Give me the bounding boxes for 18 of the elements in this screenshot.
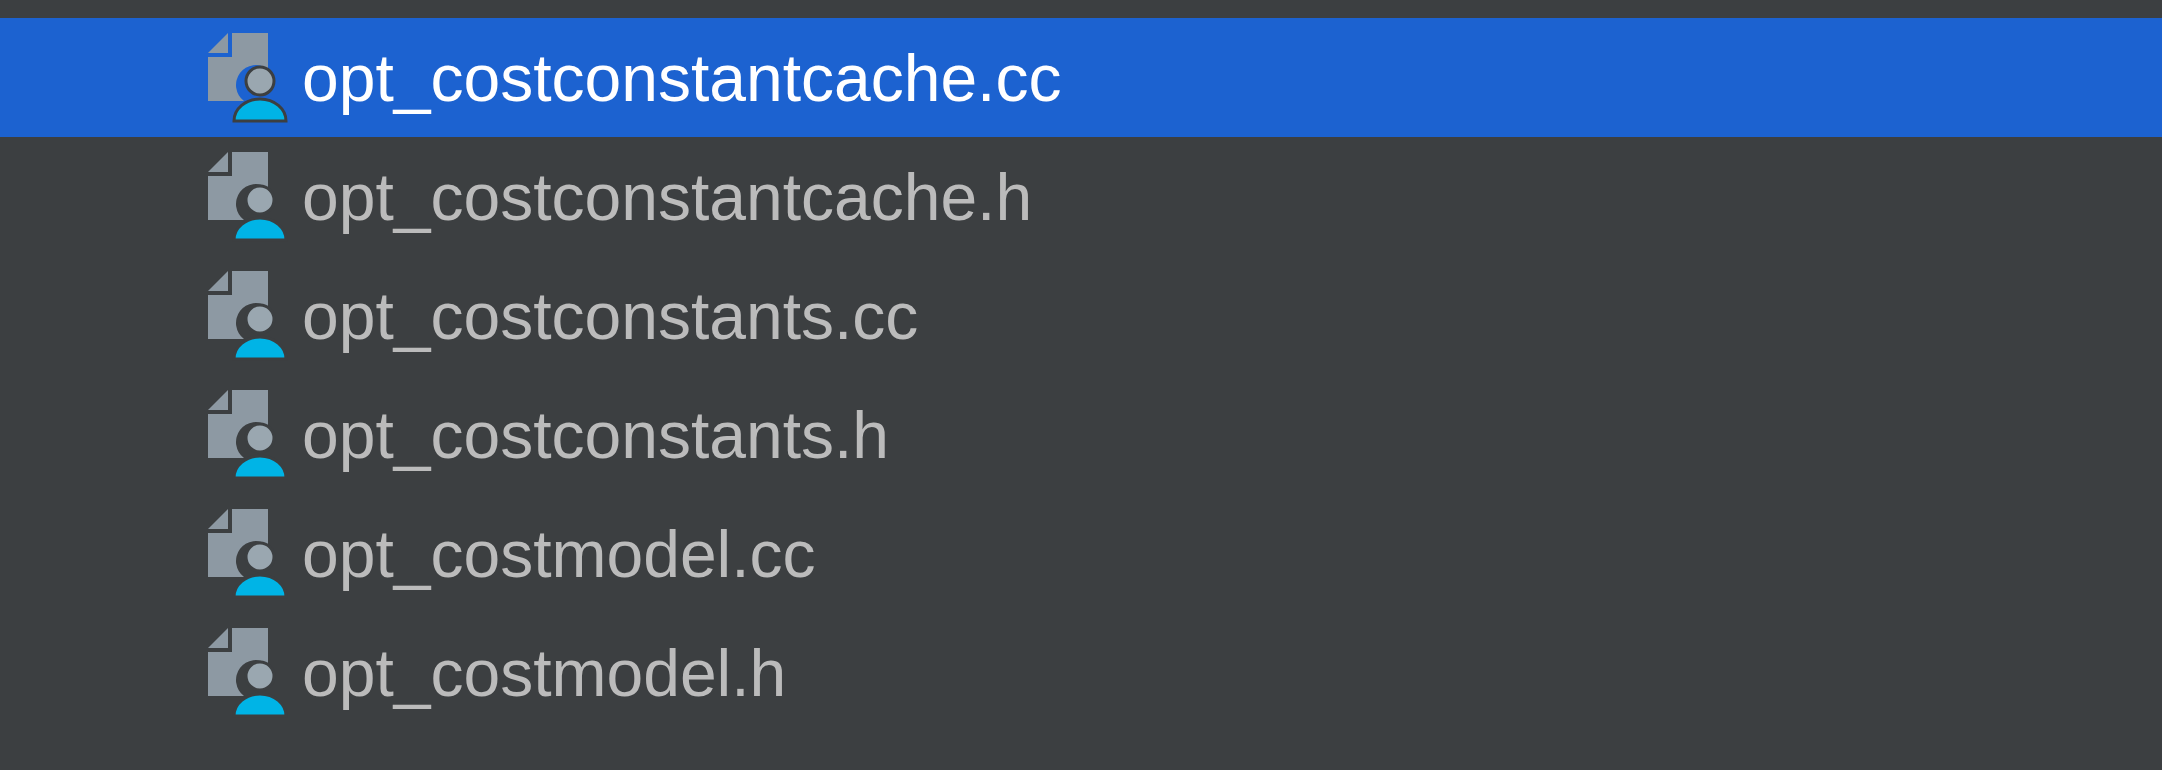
file-name: opt_costconstantcache.h xyxy=(302,158,1033,235)
file-user-icon xyxy=(208,627,288,718)
file-name: opt_costconstants.cc xyxy=(302,277,919,354)
file-item[interactable]: opt_costconstantcache.cc xyxy=(0,18,2162,137)
file-name: opt_costconstantcache.cc xyxy=(302,39,1062,116)
file-item[interactable]: opt_costconstants.cc xyxy=(0,256,2162,375)
file-name: opt_costmodel.h xyxy=(302,634,787,711)
file-user-icon xyxy=(208,270,288,361)
file-user-icon xyxy=(208,508,288,599)
file-user-icon xyxy=(208,32,288,123)
file-user-icon xyxy=(208,389,288,480)
file-item[interactable]: opt_costconstants.h xyxy=(0,375,2162,494)
file-name: opt_costconstants.h xyxy=(302,396,890,473)
file-name: opt_costmodel.cc xyxy=(302,515,816,592)
file-item[interactable]: opt_costmodel.cc xyxy=(0,494,2162,613)
file-item[interactable]: opt_costconstantcache.h xyxy=(0,137,2162,256)
file-item[interactable]: opt_costmodel.h xyxy=(0,613,2162,732)
file-user-icon xyxy=(208,151,288,242)
